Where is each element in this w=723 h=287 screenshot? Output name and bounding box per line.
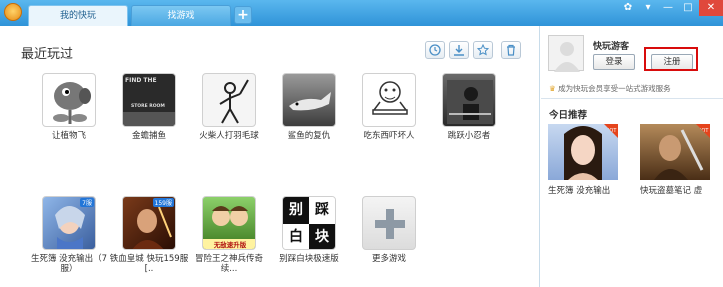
- game-tile[interactable]: 无敌速升版 冒险王之神兵传奇续...: [189, 196, 269, 274]
- tile-char: 别: [283, 197, 309, 224]
- more-games-button[interactable]: 更多游戏: [349, 196, 429, 264]
- game-tile[interactable]: 159服 铁血皇城 快玩159服 [..: [109, 196, 189, 274]
- window-controls: ✿ ▾ — □ ✕: [619, 0, 723, 18]
- game-name: 跳跃小忍者: [447, 131, 491, 141]
- download-icon: [454, 45, 464, 56]
- thumbnail-caption: STORE ROOM: [131, 104, 165, 109]
- game-tile[interactable]: 让植物飞: [29, 73, 109, 141]
- game-thumbnail: [42, 73, 96, 127]
- game-thumbnail: [202, 73, 256, 127]
- recommend-item[interactable]: HOT 生死簿 没充输出: [548, 124, 618, 196]
- game-name: 生死簿 没充输出（7服）: [30, 254, 108, 274]
- game-thumbnail: 无敌速升版: [202, 196, 256, 250]
- game-tile[interactable]: 跳跃小忍者: [429, 73, 509, 141]
- clock-icon: [429, 44, 441, 56]
- game-name: 火柴人打羽毛球: [199, 131, 259, 141]
- toolbar: [425, 41, 521, 59]
- game-tile[interactable]: 7服 生死簿 没充输出（7服）: [29, 196, 109, 274]
- tile-char: 踩: [309, 197, 335, 224]
- game-thumbnail: [362, 73, 416, 127]
- section-title: 最近玩过: [21, 47, 74, 62]
- promo-text: 成为快玩会员享受一站式游戏服务: [558, 84, 671, 93]
- game-name: 别踩白块极速版: [279, 254, 339, 264]
- game-tile[interactable]: FIND THE STORE ROOM 金蟾捕鱼: [109, 73, 189, 141]
- avatar[interactable]: [548, 35, 584, 72]
- close-icon[interactable]: ✕: [699, 0, 723, 16]
- version-badge: 无敌速升版: [203, 239, 255, 249]
- game-thumbnail: FIND THE STORE ROOM: [122, 73, 176, 127]
- recommend-item[interactable]: HOT 快玩盗墓笔记 虚: [640, 124, 710, 196]
- game-tile[interactable]: 火柴人打羽毛球: [189, 73, 269, 141]
- today-recommend-title: 今日推荐: [549, 110, 588, 121]
- recommend-thumbnail: HOT: [640, 124, 710, 180]
- thumbnail-caption: FIND THE: [125, 77, 157, 84]
- login-button[interactable]: 登录: [593, 54, 635, 70]
- game-thumbnail: [282, 73, 336, 127]
- app-logo-icon: [4, 3, 22, 21]
- delete-button[interactable]: [501, 41, 521, 59]
- game-tile[interactable]: 鲨鱼的复仇: [269, 73, 349, 141]
- game-name: 冒险王之神兵传奇续...: [194, 254, 263, 274]
- member-promo[interactable]: ♛ 成为快玩会员享受一站式游戏服务: [549, 83, 671, 94]
- history-button[interactable]: [425, 41, 445, 59]
- minimize-icon[interactable]: —: [659, 0, 677, 16]
- game-thumbnail: 159服: [122, 196, 176, 250]
- game-tile[interactable]: 别 踩 白 块 别踩白块极速版: [269, 196, 349, 264]
- plus-icon: [362, 196, 416, 250]
- server-badge: 159服: [152, 198, 174, 207]
- add-tab-button[interactable]: +: [234, 6, 252, 24]
- recommend-name: 生死簿 没充输出: [548, 186, 611, 196]
- game-name: 更多游戏: [371, 254, 406, 264]
- trash-icon: [507, 44, 515, 56]
- game-tile[interactable]: 吃东西吓坏人: [349, 73, 429, 141]
- crown-icon: ♛: [549, 84, 556, 93]
- game-name: 让植物飞: [51, 131, 86, 141]
- divider: [541, 98, 723, 99]
- skin-icon[interactable]: ✿: [619, 0, 637, 16]
- server-badge: 7服: [80, 198, 94, 207]
- star-icon: [477, 44, 489, 56]
- game-name: 吃东西吓坏人: [363, 131, 415, 141]
- game-thumbnail: [442, 73, 496, 127]
- game-thumbnail: 别 踩 白 块: [282, 196, 336, 250]
- menu-icon[interactable]: ▾: [639, 0, 657, 16]
- game-name: 铁血皇城 快玩159服 [..: [109, 254, 189, 274]
- favorite-button[interactable]: [473, 41, 493, 59]
- tab-find-games[interactable]: 找游戏: [131, 5, 231, 26]
- tile-char: 白: [283, 224, 309, 249]
- tab-my-games[interactable]: 我的快玩: [28, 5, 128, 26]
- user-name: 快玩游客: [593, 42, 630, 52]
- recommend-name: 快玩盗墓笔记 虚: [640, 186, 703, 196]
- game-thumbnail: 7服: [42, 196, 96, 250]
- download-button[interactable]: [449, 41, 469, 59]
- game-name: 鲨鱼的复仇: [287, 131, 331, 141]
- maximize-icon[interactable]: □: [679, 0, 697, 16]
- game-name: 金蟾捕鱼: [131, 131, 166, 141]
- recommend-thumbnail: HOT: [548, 124, 618, 180]
- tile-char: 块: [309, 224, 335, 249]
- highlight-box: [644, 47, 698, 71]
